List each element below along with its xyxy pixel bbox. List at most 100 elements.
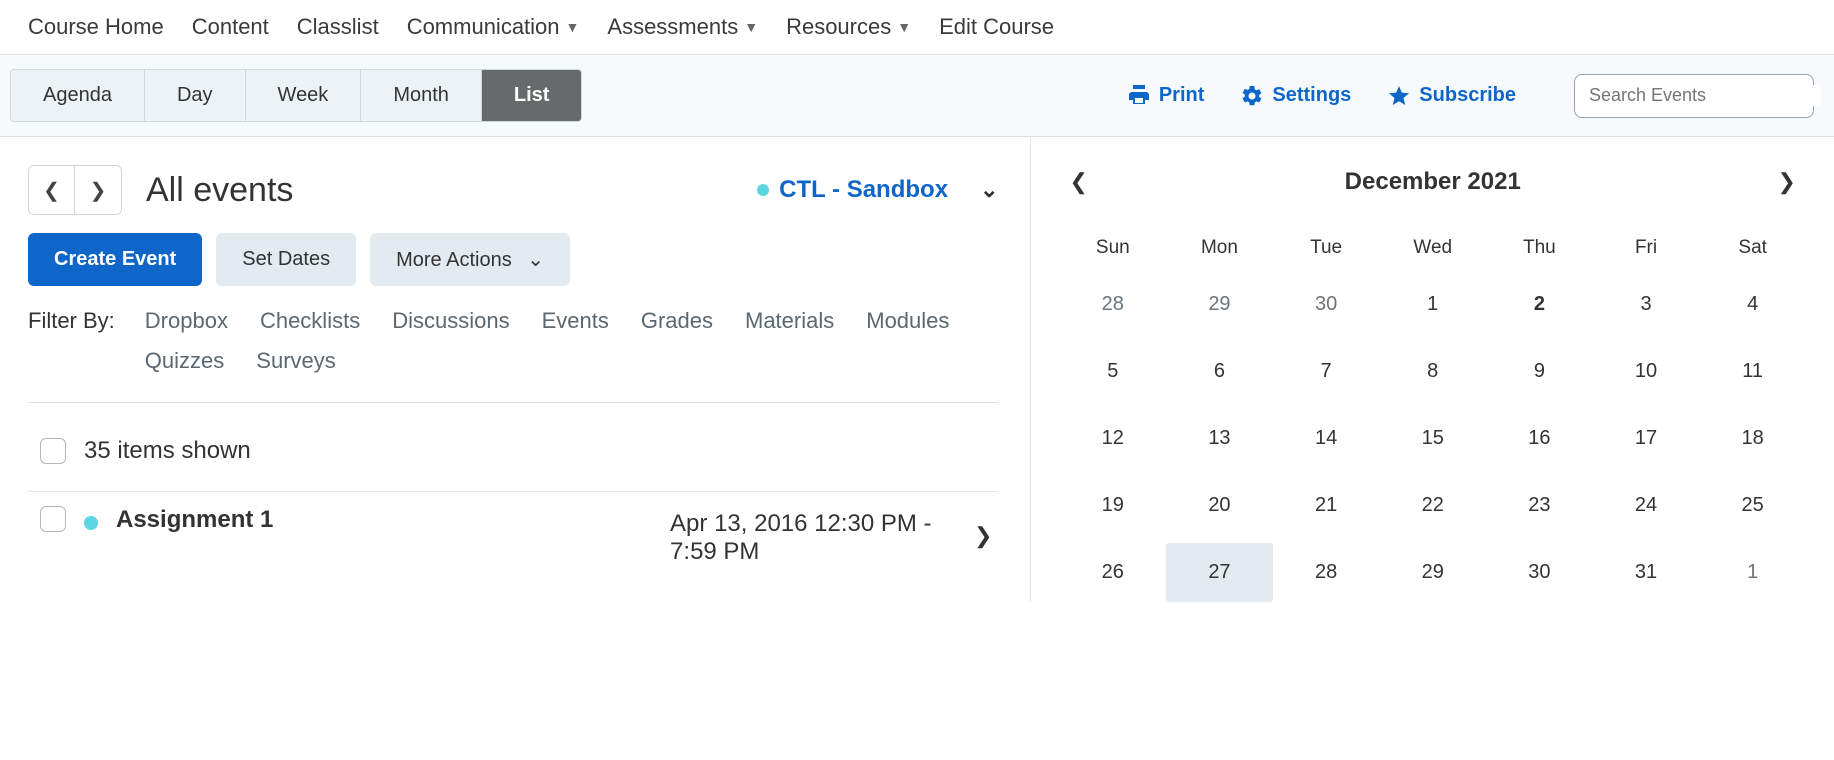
top-nav: Course Home Content Classlist Communicat… [0, 0, 1834, 55]
subscribe-button[interactable]: Subscribe [1369, 76, 1534, 116]
cal-date-cell[interactable]: 26 [1059, 543, 1166, 602]
cal-date-cell[interactable]: 1 [1379, 275, 1486, 334]
cal-date-cell[interactable]: 15 [1379, 409, 1486, 468]
items-count: 35 items shown [84, 437, 251, 465]
cal-date-cell[interactable]: 21 [1273, 476, 1380, 535]
cal-day-header: Tue [1273, 229, 1380, 267]
cal-day-header: Sun [1059, 229, 1166, 267]
cal-date-cell[interactable]: 30 [1273, 275, 1380, 334]
cal-date-cell[interactable]: 30 [1486, 543, 1593, 602]
filter-discussions[interactable]: Discussions [392, 308, 509, 334]
course-color-dot [84, 516, 98, 530]
cal-date-cell[interactable]: 10 [1593, 342, 1700, 401]
cal-date-cell[interactable]: 22 [1379, 476, 1486, 535]
cal-date-cell[interactable]: 23 [1486, 476, 1593, 535]
filter-events[interactable]: Events [542, 308, 609, 334]
chevron-down-icon: ▼ [566, 19, 580, 35]
page-title: All events [146, 171, 757, 210]
cal-date-cell[interactable]: 28 [1273, 543, 1380, 602]
filter-modules[interactable]: Modules [866, 308, 949, 334]
cal-prev-month-button[interactable]: ❮ [1063, 163, 1093, 201]
more-actions-button[interactable]: More Actions ⌄ [370, 233, 570, 286]
cal-date-cell[interactable]: 8 [1379, 342, 1486, 401]
filter-surveys[interactable]: Surveys [256, 348, 335, 374]
view-tab-list[interactable]: List [482, 70, 582, 121]
nav-label: Resources [786, 14, 891, 40]
filter-materials[interactable]: Materials [745, 308, 834, 334]
nav-resources[interactable]: Resources ▼ [786, 14, 911, 40]
course-selector[interactable]: CTL - Sandbox ⌄ [757, 176, 998, 204]
cal-date-cell[interactable]: 31 [1593, 543, 1700, 602]
filter-quizzes[interactable]: Quizzes [145, 348, 224, 374]
course-name: CTL - Sandbox [779, 176, 948, 204]
cal-date-cell[interactable]: 5 [1059, 342, 1166, 401]
item-expand-button[interactable]: ❯ [968, 523, 998, 549]
cal-date-cell[interactable]: 11 [1699, 342, 1806, 401]
cal-date-cell[interactable]: 2 [1486, 275, 1593, 334]
star-icon [1387, 84, 1411, 108]
select-all-checkbox[interactable] [40, 438, 66, 464]
cal-next-month-button[interactable]: ❯ [1772, 163, 1802, 201]
nav-label: Edit Course [939, 14, 1054, 40]
nav-assessments[interactable]: Assessments▼ [607, 14, 758, 40]
nav-communication[interactable]: Communication ▼ [407, 14, 580, 40]
nav-content[interactable]: Content [192, 14, 269, 40]
cal-date-cell[interactable]: 29 [1379, 543, 1486, 602]
cal-day-header: Thu [1486, 229, 1593, 267]
settings-button[interactable]: Settings [1222, 76, 1369, 116]
cal-day-header: Sat [1699, 229, 1806, 267]
list-item: Assignment 1 Apr 13, 2016 12:30 PM - 7:5… [28, 491, 998, 580]
cal-day-header: Mon [1166, 229, 1273, 267]
create-event-button[interactable]: Create Event [28, 233, 202, 286]
view-tab-agenda[interactable]: Agenda [11, 70, 145, 121]
cal-date-cell[interactable]: 28 [1059, 275, 1166, 334]
cal-date-cell[interactable]: 9 [1486, 342, 1593, 401]
cal-date-cell[interactable]: 3 [1593, 275, 1700, 334]
cal-date-cell[interactable]: 18 [1699, 409, 1806, 468]
view-tab-day[interactable]: Day [145, 70, 246, 121]
print-button[interactable]: Print [1109, 76, 1223, 116]
view-tab-week[interactable]: Week [246, 70, 362, 121]
item-title[interactable]: Assignment 1 [116, 506, 652, 534]
search-input[interactable] [1589, 85, 1821, 106]
chevron-down-icon: ▼ [897, 19, 911, 35]
filter-row: Filter By: Dropbox Checklists Discussion… [28, 308, 998, 374]
nav-edit-course[interactable]: Edit Course [939, 14, 1054, 40]
filter-checklists[interactable]: Checklists [260, 308, 360, 334]
cal-date-cell[interactable]: 29 [1166, 275, 1273, 334]
nav-label: Communication [407, 14, 560, 40]
cal-date-cell[interactable]: 20 [1166, 476, 1273, 535]
cal-day-header: Wed [1379, 229, 1486, 267]
cal-date-cell[interactable]: 13 [1166, 409, 1273, 468]
cal-date-cell[interactable]: 1 [1699, 543, 1806, 602]
view-tabs: Agenda Day Week Month List [10, 69, 582, 122]
nav-classlist[interactable]: Classlist [297, 14, 379, 40]
prev-period-button[interactable]: ❮ [29, 166, 75, 214]
view-tab-month[interactable]: Month [361, 70, 482, 121]
set-dates-button[interactable]: Set Dates [216, 233, 356, 286]
cal-date-cell[interactable]: 16 [1486, 409, 1593, 468]
calendar-title: December 2021 [1345, 168, 1521, 196]
nav-label: Course Home [28, 14, 164, 40]
cal-date-cell[interactable]: 24 [1593, 476, 1700, 535]
filter-dropbox[interactable]: Dropbox [145, 308, 228, 334]
search-box[interactable] [1574, 74, 1814, 118]
cal-date-cell[interactable]: 14 [1273, 409, 1380, 468]
next-period-button[interactable]: ❯ [75, 166, 121, 214]
view-toolbar: Agenda Day Week Month List Print Setting… [0, 55, 1834, 137]
cal-date-cell[interactable]: 4 [1699, 275, 1806, 334]
cal-date-cell[interactable]: 7 [1273, 342, 1380, 401]
cal-date-cell[interactable]: 6 [1166, 342, 1273, 401]
cal-date-cell[interactable]: 17 [1593, 409, 1700, 468]
item-checkbox[interactable] [40, 506, 66, 532]
cal-day-header: Fri [1593, 229, 1700, 267]
nav-course-home[interactable]: Course Home [28, 14, 164, 40]
calendar-grid: SunMonTueWedThuFriSat2829301234567891011… [1059, 229, 1806, 602]
cal-date-cell[interactable]: 27 [1166, 543, 1273, 602]
more-actions-label: More Actions [396, 249, 512, 271]
cal-date-cell[interactable]: 12 [1059, 409, 1166, 468]
filter-grades[interactable]: Grades [641, 308, 713, 334]
period-nav: ❮ ❯ [28, 165, 122, 215]
cal-date-cell[interactable]: 19 [1059, 476, 1166, 535]
cal-date-cell[interactable]: 25 [1699, 476, 1806, 535]
